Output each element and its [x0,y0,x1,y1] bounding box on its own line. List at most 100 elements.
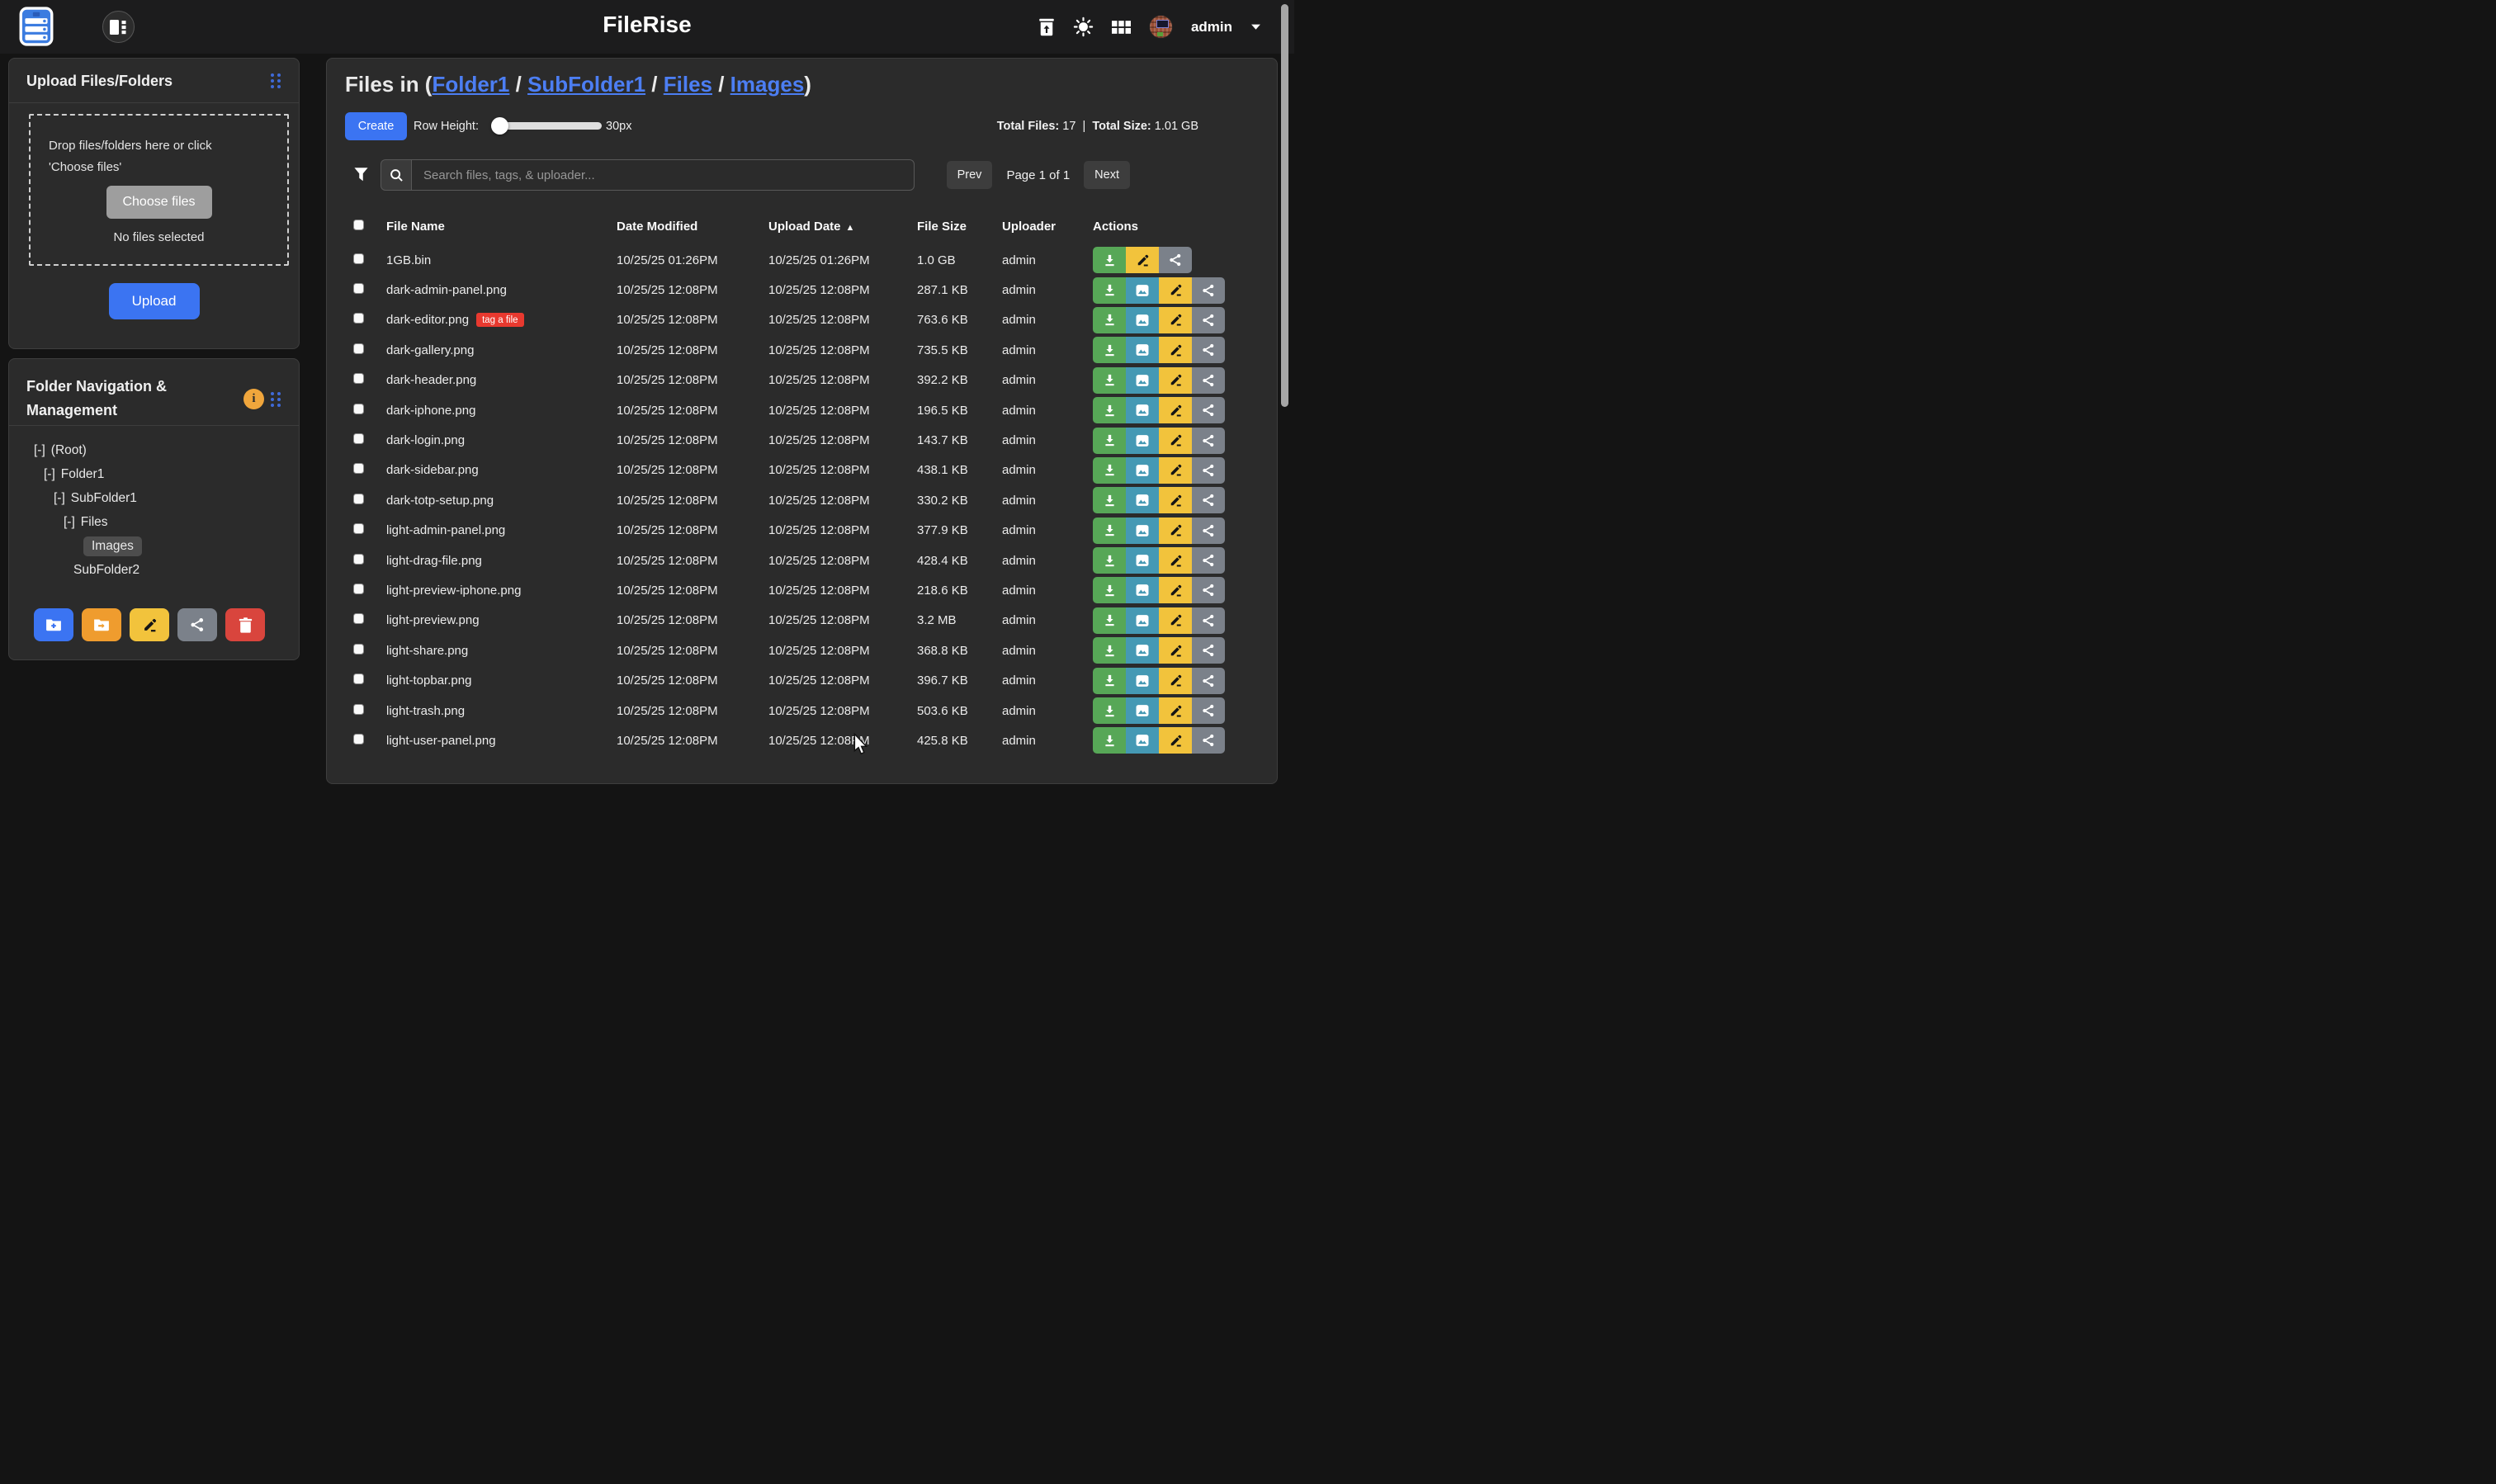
row-checkbox[interactable] [353,313,364,324]
share-button[interactable] [1192,668,1225,694]
next-page-button[interactable]: Next [1084,161,1130,189]
row-checkbox[interactable] [353,373,364,384]
share-button[interactable] [1192,607,1225,634]
preview-button[interactable] [1126,668,1159,694]
edit-button[interactable] [1159,337,1192,363]
column-header-file-name[interactable]: File Name [386,220,617,234]
download-button[interactable] [1093,518,1126,544]
file-name[interactable]: light-preview-iphone.png [386,584,521,598]
prev-page-button[interactable]: Prev [947,161,993,189]
file-name[interactable]: light-share.png [386,644,468,658]
info-icon[interactable]: i [243,389,264,409]
upload-button[interactable]: Upload [109,283,200,319]
share-button[interactable] [1192,277,1225,304]
user-avatar[interactable] [1149,15,1173,39]
download-button[interactable] [1093,547,1126,574]
edit-button[interactable] [1159,487,1192,513]
preview-button[interactable] [1126,428,1159,454]
file-name[interactable]: light-user-panel.png [386,734,496,748]
create-file-button[interactable]: Create [345,112,407,140]
edit-button[interactable] [1159,277,1192,304]
download-button[interactable] [1093,577,1126,603]
filter-button[interactable] [353,167,369,187]
edit-button[interactable] [1159,307,1192,333]
row-checkbox[interactable] [353,673,364,684]
share-folder-button[interactable] [177,608,217,641]
file-name[interactable]: dark-totp-setup.png [386,494,494,508]
folder-tree-item[interactable]: [-]Files [34,510,287,534]
download-button[interactable] [1093,367,1126,394]
drag-handle-icon[interactable] [271,392,284,410]
breadcrumb-link[interactable]: SubFolder1 [527,72,645,97]
move-folder-button[interactable] [82,608,121,641]
tree-collapse-toggle[interactable]: [-] [64,515,75,530]
row-checkbox[interactable] [353,523,364,534]
file-name[interactable]: dark-sidebar.png [386,463,479,477]
row-checkbox[interactable] [353,554,364,565]
share-button[interactable] [1192,547,1225,574]
download-button[interactable] [1093,457,1126,484]
row-checkbox[interactable] [353,343,364,354]
edit-button[interactable] [1159,397,1192,423]
share-button[interactable] [1192,577,1225,603]
share-button[interactable] [1192,637,1225,664]
column-header-file-size[interactable]: File Size [917,220,1002,234]
share-button[interactable] [1159,247,1192,273]
preview-button[interactable] [1126,367,1159,394]
download-button[interactable] [1093,668,1126,694]
edit-button[interactable] [1159,577,1192,603]
search-input[interactable] [411,159,915,191]
folder-tree-item[interactable]: [-]SubFolder1 [34,486,287,510]
rename-folder-button[interactable] [130,608,169,641]
file-name[interactable]: dark-login.png [386,433,465,447]
edit-button[interactable] [1159,668,1192,694]
row-checkbox[interactable] [353,644,364,655]
preview-button[interactable] [1126,307,1159,333]
download-button[interactable] [1093,307,1126,333]
select-all-checkbox[interactable] [353,220,364,230]
share-button[interactable] [1192,367,1225,394]
preview-button[interactable] [1126,518,1159,544]
preview-button[interactable] [1126,577,1159,603]
preview-button[interactable] [1126,637,1159,664]
file-name[interactable]: dark-editor.png [386,313,469,327]
file-name[interactable]: light-admin-panel.png [386,523,505,537]
file-name[interactable]: light-topbar.png [386,673,471,688]
file-name[interactable]: dark-admin-panel.png [386,283,507,297]
tree-collapse-toggle[interactable]: [-] [44,467,55,482]
row-checkbox[interactable] [353,283,364,294]
download-button[interactable] [1093,487,1126,513]
trash-restore-button[interactable] [1038,17,1055,36]
theme-toggle-button[interactable] [1073,17,1094,37]
file-name[interactable]: light-trash.png [386,704,465,718]
share-button[interactable] [1192,487,1225,513]
preview-button[interactable] [1126,277,1159,304]
edit-button[interactable] [1159,367,1192,394]
edit-button[interactable] [1159,697,1192,724]
edit-button[interactable] [1159,428,1192,454]
file-name[interactable]: light-drag-file.png [386,554,482,568]
edit-button[interactable] [1126,247,1159,273]
download-button[interactable] [1093,607,1126,634]
preview-button[interactable] [1126,397,1159,423]
row-checkbox[interactable] [353,494,364,504]
download-button[interactable] [1093,337,1126,363]
share-button[interactable] [1192,697,1225,724]
download-button[interactable] [1093,247,1126,273]
breadcrumb-link[interactable]: Files [664,72,712,97]
edit-button[interactable] [1159,518,1192,544]
preview-button[interactable] [1126,457,1159,484]
file-name[interactable]: light-preview.png [386,613,480,627]
slider-thumb[interactable] [491,117,508,135]
create-folder-button[interactable] [34,608,73,641]
user-menu-caret[interactable] [1250,23,1261,31]
download-button[interactable] [1093,397,1126,423]
file-dropzone[interactable]: Drop files/folders here or click 'Choose… [29,114,289,266]
preview-button[interactable] [1126,487,1159,513]
column-header-date-modified[interactable]: Date Modified [617,220,768,234]
edit-button[interactable] [1159,727,1192,754]
choose-files-button[interactable]: Choose files [106,186,212,219]
preview-button[interactable] [1126,727,1159,754]
tag-badge[interactable]: tag a file [476,313,523,327]
tree-collapse-toggle[interactable]: [-] [54,491,65,506]
